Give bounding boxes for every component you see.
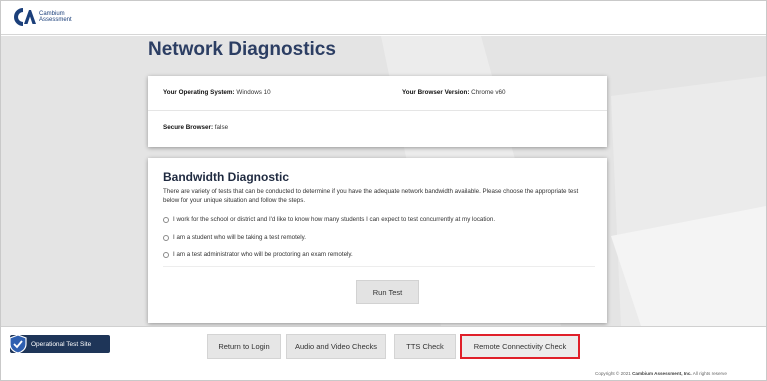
bandwidth-title: Bandwidth Diagnostic	[163, 170, 289, 184]
system-info-card: Your Operating System: Windows 10 Your B…	[148, 76, 607, 147]
bandwidth-card: Bandwidth Diagnostic There are variety o…	[148, 158, 607, 323]
tts-check-button[interactable]: TTS Check	[394, 334, 456, 359]
card-divider	[148, 110, 607, 111]
site-badge-label: Operational Test Site	[31, 340, 92, 348]
radio-student[interactable]	[163, 234, 169, 241]
cambium-logo[interactable]: Cambium Assessment	[14, 8, 72, 26]
audio-video-checks-button[interactable]: Audio and Video Checks	[286, 334, 386, 359]
secure-value: false	[213, 124, 229, 131]
browser-label: Your Browser Version:	[402, 89, 470, 96]
option-student[interactable]: I am a student who will be taking a test…	[163, 234, 306, 241]
page-title: Network Diagnostics	[148, 39, 336, 60]
os-value: Windows 10	[234, 89, 271, 96]
browser-value: Chrome v60	[469, 89, 506, 96]
secure-browser-info: Secure Browser: false	[163, 124, 228, 131]
radio-school-district[interactable]	[163, 216, 169, 223]
run-test-button[interactable]: Run Test	[356, 280, 419, 304]
header-bar: Cambium Assessment	[1, 1, 766, 35]
return-to-login-button[interactable]: Return to Login	[207, 334, 281, 359]
copyright-notice: Copyright © 2021 Cambium Assessment, Inc…	[595, 371, 727, 376]
shield-check-icon	[9, 334, 27, 354]
option-school-district[interactable]: I work for the school or district and I'…	[163, 216, 495, 223]
cambium-logo-icon	[14, 8, 36, 26]
cambium-logo-text: Cambium Assessment	[39, 11, 72, 24]
bandwidth-description: There are variety of tests that can be c…	[163, 188, 579, 204]
browser-info: Your Browser Version: Chrome v60	[402, 89, 505, 96]
footer-bar: Operational Test Site Return to Login Au…	[1, 326, 766, 368]
option-label: I am a student who will be taking a test…	[173, 234, 306, 241]
os-label: Your Operating System:	[163, 89, 235, 96]
remote-connectivity-check-button[interactable]: Remote Connectivity Check	[460, 334, 580, 359]
copyright-prefix: Copyright © 2021	[595, 371, 633, 376]
os-info: Your Operating System: Windows 10	[163, 89, 271, 96]
option-test-administrator[interactable]: I am a test administrator who will be pr…	[163, 251, 353, 258]
card-divider	[163, 266, 595, 267]
option-label: I work for the school or district and I'…	[173, 216, 496, 223]
operational-test-site-badge: Operational Test Site	[9, 334, 110, 354]
radio-test-administrator[interactable]	[163, 251, 169, 258]
secure-label: Secure Browser:	[163, 124, 214, 131]
option-label: I am a test administrator who will be pr…	[173, 251, 353, 258]
copyright-company: Cambium Assessment, Inc.	[632, 371, 692, 376]
copyright-suffix: All rights reserve	[691, 371, 727, 376]
logo-line-2: Assessment	[39, 17, 72, 23]
